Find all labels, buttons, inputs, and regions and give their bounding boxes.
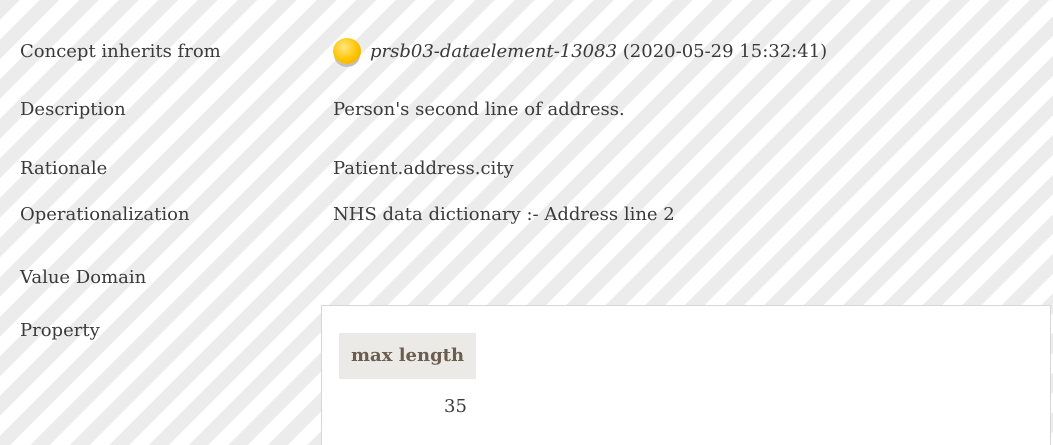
inherits-label: Concept inherits from — [20, 41, 221, 62]
operationalization-label: Operationalization — [20, 204, 190, 225]
property-panel: max length 35 — [321, 305, 1051, 445]
description-value: Person's second line of address. — [333, 99, 625, 120]
description-label: Description — [20, 99, 126, 120]
value-domain-label: Value Domain — [20, 267, 147, 288]
rationale-value: Patient.address.city — [333, 158, 514, 179]
inherits-reference[interactable]: prsb03-dataelement-13083 (2020-05-29 15:… — [370, 40, 827, 64]
inherits-ref-date: (2020-05-29 15:32:41) — [622, 41, 828, 62]
operationalization-value: NHS data dictionary :- Address line 2 — [333, 204, 675, 225]
rationale-label: Rationale — [20, 158, 108, 179]
property-label: Property — [20, 320, 100, 341]
max-length-header: max length — [339, 333, 477, 379]
orb-icon — [333, 38, 361, 64]
inherits-ref-id[interactable]: prsb03-dataelement-13083 — [370, 41, 617, 62]
max-length-value: 35 — [444, 396, 467, 417]
